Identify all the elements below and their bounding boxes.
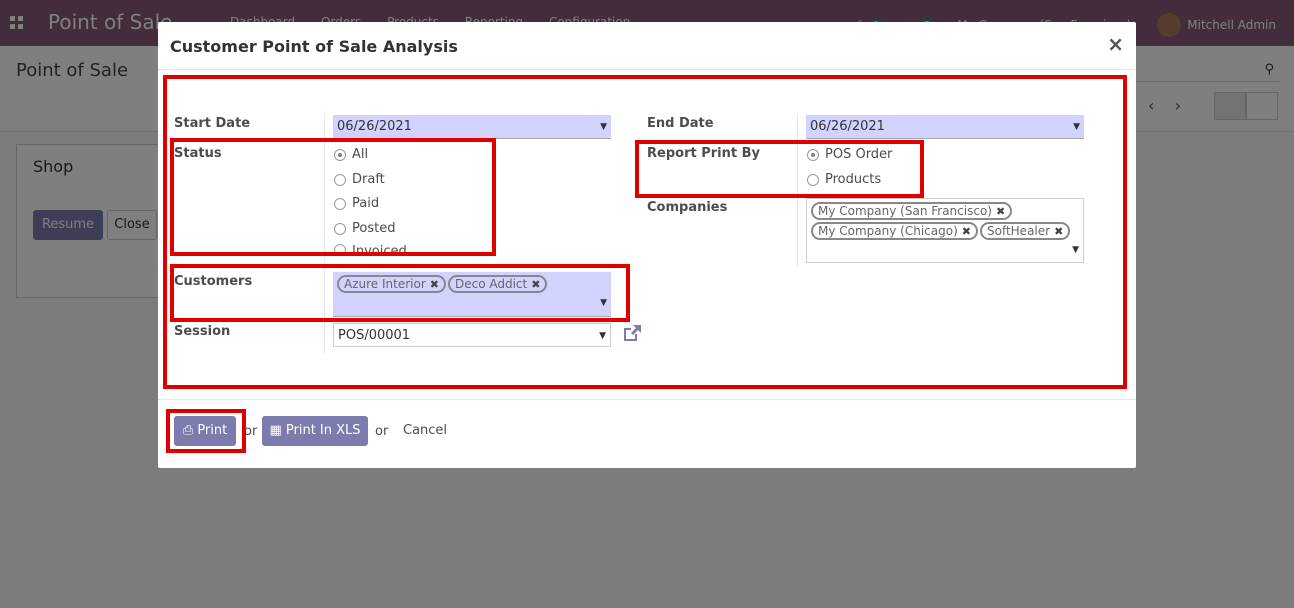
company-tag-label: My Company (San Francisco): [818, 204, 992, 218]
company-tag-label: My Company (Chicago): [818, 224, 958, 238]
customers-many2many-field[interactable]: Azure Interior ✖ Deco Addict ✖ ▼: [333, 272, 611, 317]
or-separator: or: [244, 424, 258, 439]
start-date-value: 06/26/2021: [337, 119, 412, 134]
right-column-separator: [797, 114, 798, 266]
print-button-label: Print: [197, 423, 228, 438]
company-tag-label: SoftHealer: [986, 224, 1051, 238]
close-icon[interactable]: ×: [1107, 32, 1124, 56]
report-print-by-label: Report Print By: [647, 146, 760, 161]
print-xls-button[interactable]: ▦ Print In XLS: [262, 416, 368, 446]
status-option-label: Draft: [352, 172, 385, 187]
radio-icon[interactable]: [334, 197, 346, 210]
report-by-option-label: POS Order: [825, 147, 893, 162]
status-option-posted[interactable]: Posted: [334, 221, 395, 236]
radio-icon[interactable]: [334, 244, 346, 256]
status-option-paid[interactable]: Paid: [334, 196, 379, 211]
status-option-label: Invoiced: [352, 244, 407, 258]
radio-icon[interactable]: [334, 173, 346, 186]
remove-tag-icon[interactable]: ✖: [531, 278, 540, 291]
remove-tag-icon[interactable]: ✖: [1054, 225, 1063, 238]
status-option-all[interactable]: All: [334, 147, 368, 162]
status-option-draft[interactable]: Draft: [334, 172, 385, 187]
report-by-option-label: Products: [825, 172, 882, 187]
session-label: Session: [174, 324, 231, 339]
printer-icon: ⎙: [182, 423, 194, 438]
customer-tag-label: Azure Interior: [344, 277, 426, 291]
customer-tag-label: Deco Addict: [454, 277, 528, 291]
status-option-label: Posted: [352, 221, 396, 236]
report-by-pos-order[interactable]: POS Order: [807, 147, 892, 162]
external-link-icon[interactable]: [622, 324, 642, 342]
chevron-down-icon[interactable]: ▼: [600, 298, 607, 308]
print-xls-button-label: Print In XLS: [285, 423, 361, 438]
company-tag: SoftHealer ✖: [979, 222, 1071, 240]
end-date-value: 06/26/2021: [810, 119, 885, 134]
remove-tag-icon[interactable]: ✖: [962, 225, 971, 238]
companies-label: Companies: [647, 200, 728, 215]
company-tag: My Company (San Francisco) ✖: [811, 202, 1013, 220]
session-value: POS/00001: [338, 328, 411, 343]
chevron-down-icon: ▼: [1073, 122, 1080, 132]
customer-tag: Azure Interior ✖: [337, 275, 446, 293]
start-date-input[interactable]: 06/26/2021 ▼: [333, 115, 611, 139]
dialog-header: Customer Point of Sale Analysis ×: [158, 22, 1136, 70]
session-select[interactable]: POS/00001 ▼: [333, 323, 611, 347]
remove-tag-icon[interactable]: ✖: [430, 278, 439, 291]
end-date-label: End Date: [647, 116, 714, 131]
customers-label: Customers: [174, 274, 253, 289]
file-excel-icon: ▦: [269, 423, 282, 438]
status-option-invoiced[interactable]: Invoiced: [334, 244, 407, 258]
cancel-button[interactable]: Cancel: [403, 423, 447, 438]
report-by-products[interactable]: Products: [807, 172, 881, 187]
status-label: Status: [174, 146, 222, 161]
chevron-down-icon[interactable]: ▼: [1072, 245, 1079, 255]
chevron-down-icon: ▼: [599, 331, 606, 341]
radio-icon[interactable]: [334, 222, 346, 235]
chevron-down-icon: ▼: [600, 122, 607, 132]
end-date-input[interactable]: 06/26/2021 ▼: [806, 115, 1084, 139]
companies-many2many-field[interactable]: My Company (San Francisco) ✖ My Company (C…: [806, 198, 1084, 263]
dialog-title: Customer Point of Sale Analysis: [170, 37, 458, 56]
start-date-label: Start Date: [174, 116, 251, 131]
customer-tag: Deco Addict ✖: [447, 275, 548, 293]
radio-icon[interactable]: [807, 173, 819, 186]
status-option-label: Paid: [352, 196, 380, 211]
radio-selected-icon[interactable]: [807, 148, 819, 161]
customer-pos-analysis-dialog: Customer Point of Sale Analysis × Start …: [158, 22, 1136, 468]
radio-selected-icon[interactable]: [334, 148, 346, 161]
company-tag: My Company (Chicago) ✖: [811, 222, 978, 240]
status-option-label: All: [352, 147, 369, 162]
left-column-separator: [324, 114, 325, 354]
or-separator: or: [375, 424, 389, 439]
remove-tag-icon[interactable]: ✖: [996, 205, 1005, 218]
print-button[interactable]: ⎙ Print: [174, 416, 236, 446]
dialog-footer: ⎙ Print or ▦ Print In XLS or Cancel: [158, 399, 1136, 468]
